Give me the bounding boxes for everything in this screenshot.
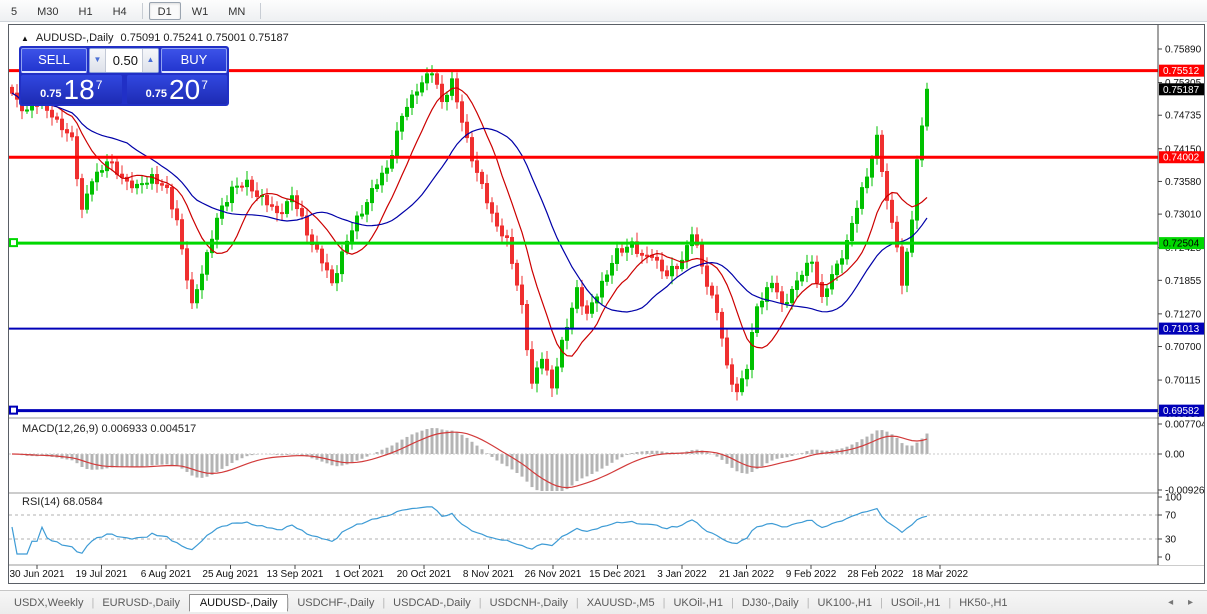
one-click-trade-panel: SELL ▼ ▲ BUY 0.75 18 7 0.75 20 7: [19, 46, 229, 106]
sell-price-pipette: 7: [95, 78, 103, 92]
timeframe-button-5[interactable]: 5: [2, 2, 26, 20]
toolbar-separator: [141, 2, 143, 19]
tab-xauusd-m5[interactable]: XAUUSD-,M5: [577, 594, 665, 612]
tab-hk50-h1[interactable]: HK50-,H1: [949, 594, 1017, 612]
volume-decrease-button[interactable]: ▼: [90, 49, 106, 72]
volume-stepper: ▼ ▲: [89, 48, 159, 73]
volume-input[interactable]: [106, 49, 142, 72]
date-axis-label: 15 Dec 2021: [589, 569, 646, 580]
price-axis-tick: 0.71855: [1165, 276, 1202, 287]
rsi-axis-tick: 0: [1165, 553, 1171, 564]
tab-scroll-arrows[interactable]: ◂ ▸: [1168, 597, 1203, 608]
buy-button[interactable]: BUY: [161, 48, 227, 73]
timeframe-button-mn[interactable]: MN: [219, 2, 254, 20]
date-axis-label: 26 Nov 2021: [525, 569, 582, 580]
chart-title: ▲ AUDUSD-,Daily 0.75091 0.75241 0.75001 …: [21, 32, 289, 44]
price-axis-tick: 0.73580: [1165, 177, 1202, 188]
price-axis-tick: 0.70115: [1165, 376, 1201, 387]
macd-axis-tick: 0.00: [1165, 450, 1185, 461]
sell-price-main: 18: [63, 74, 95, 105]
level-price-chip: 0.69582: [1163, 406, 1200, 417]
rsi-axis-tick: 70: [1165, 511, 1177, 522]
level-price-chip: 0.75512: [1163, 66, 1200, 77]
tab-usoil-h1[interactable]: USOil-,H1: [881, 594, 951, 612]
rsi-axis-tick: 100: [1165, 493, 1182, 504]
tab-usdx-weekly[interactable]: USDX,Weekly: [4, 594, 93, 612]
price-chart[interactable]: 0.758900.753050.747350.741500.735800.730…: [9, 25, 1204, 583]
timeframe-button-h4[interactable]: H4: [104, 2, 136, 20]
date-axis-label: 30 Jun 2021: [9, 569, 64, 580]
price-axis-tick: 0.71270: [1165, 309, 1202, 320]
date-axis-label: 21 Jan 2022: [719, 569, 774, 580]
price-axis-tick: 0.74735: [1165, 111, 1202, 122]
buy-price-pipette: 7: [201, 78, 208, 92]
rsi-axis-tick: 30: [1165, 535, 1177, 546]
macd-indicator-label: MACD(12,26,9) 0.006933 0.004517: [22, 423, 197, 435]
date-axis-label: 19 Jul 2021: [76, 569, 128, 580]
price-axis-tick: 0.70700: [1165, 342, 1202, 353]
chart-symbol-label: AUDUSD-,Daily: [35, 32, 114, 44]
date-axis-label: 28 Feb 2022: [847, 569, 904, 580]
date-axis-label: 18 Mar 2022: [912, 569, 969, 580]
chart-window: 0.758900.753050.747350.741500.735800.730…: [8, 24, 1205, 584]
chart-symbol-icon: ▲: [21, 33, 29, 43]
buy-price-main: 20: [169, 74, 201, 105]
timeframe-button-m30[interactable]: M30: [28, 2, 67, 20]
level-price-chip: 0.74002: [1163, 153, 1200, 164]
tab-usdchf-daily[interactable]: USDCHF-,Daily: [287, 594, 384, 612]
sell-quote[interactable]: 0.75 18 7: [21, 75, 122, 104]
price-axis-tick: 0.75890: [1165, 45, 1202, 56]
volume-increase-button[interactable]: ▲: [142, 49, 158, 72]
toolbar-separator: [260, 2, 262, 19]
level-price-chip: 0.72504: [1163, 239, 1200, 250]
sell-price-prefix: 0.75: [40, 88, 62, 100]
date-axis-label: 8 Nov 2021: [463, 569, 515, 580]
symbol-tab-bar: USDX,Weekly|EURUSD-,Daily|AUDUSD-,Daily|…: [0, 590, 1207, 614]
tab-eurusd-daily[interactable]: EURUSD-,Daily: [92, 594, 190, 612]
tab-usdcad-daily[interactable]: USDCAD-,Daily: [383, 594, 481, 612]
tab-dj30-daily[interactable]: DJ30-,Daily: [732, 594, 809, 612]
tab-ukoil-h1[interactable]: UKOil-,H1: [663, 594, 733, 612]
date-axis-label: 6 Aug 2021: [141, 569, 192, 580]
macd-axis-tick: 0.007704: [1165, 420, 1204, 431]
price-axis-tick: 0.73010: [1165, 210, 1202, 221]
date-axis-label: 20 Oct 2021: [397, 569, 452, 580]
timeframe-button-h1[interactable]: H1: [70, 2, 102, 20]
buy-quote[interactable]: 0.75 20 7: [126, 74, 227, 105]
timeframe-button-w1[interactable]: W1: [183, 2, 218, 20]
current-price-chip: 0.75187: [1163, 85, 1200, 96]
tab-usdcnh-daily[interactable]: USDCNH-,Daily: [480, 594, 578, 612]
date-axis-label: 25 Aug 2021: [202, 569, 259, 580]
chart-ohlc-values: 0.75091 0.75241 0.75001 0.75187: [120, 32, 289, 44]
date-axis-label: 13 Sep 2021: [267, 569, 324, 580]
rsi-indicator-label: RSI(14) 68.0584: [22, 496, 103, 508]
date-axis-label: 9 Feb 2022: [786, 569, 837, 580]
timeframe-button-d1[interactable]: D1: [148, 1, 181, 20]
sell-button[interactable]: SELL: [21, 48, 87, 73]
timeframe-toolbar: 5 M30 H1 H4 D1 W1 MN: [0, 0, 1207, 22]
date-axis-label: 1 Oct 2021: [335, 569, 384, 580]
level-price-chip: 0.71013: [1163, 324, 1200, 335]
tab-audusd-daily[interactable]: AUDUSD-,Daily: [188, 593, 289, 612]
tab-uk100-h1[interactable]: UK100-,H1: [808, 594, 882, 612]
buy-price-prefix: 0.75: [145, 88, 168, 100]
date-axis-label: 3 Jan 2022: [657, 569, 707, 580]
